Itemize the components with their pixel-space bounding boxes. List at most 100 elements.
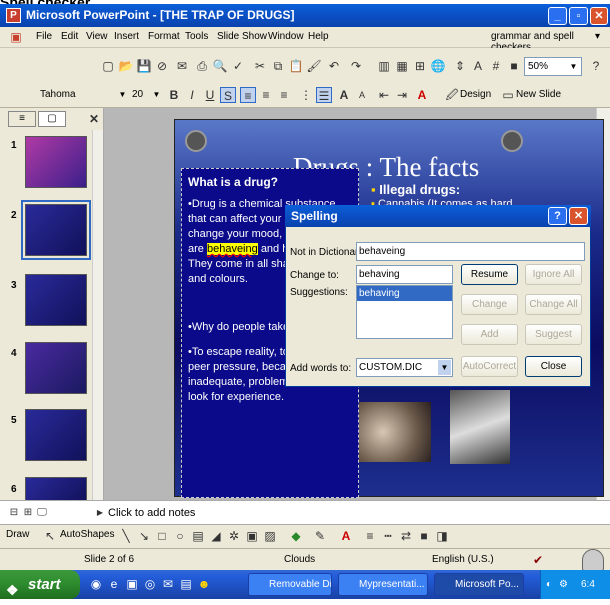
task-mypresentation[interactable]: Mypresentati... [338, 573, 428, 596]
redo-icon[interactable]: ↷ [348, 58, 364, 74]
drug-photo-1[interactable] [351, 402, 431, 462]
spelling-icon[interactable]: ✓ [230, 58, 246, 74]
oval-icon[interactable]: ○ [172, 528, 188, 544]
design-icon[interactable]: 🖉 [444, 87, 460, 103]
arrow-icon[interactable]: ↘ [136, 528, 152, 544]
color-grayscale-icon[interactable]: ■ [506, 58, 522, 74]
outline-scrollbar[interactable] [92, 130, 103, 508]
hyperlink-icon[interactable]: 🌐 [430, 58, 446, 74]
quicklaunch-icon[interactable]: ☻ [196, 576, 212, 592]
chart-icon[interactable]: ▥ [376, 58, 392, 74]
dialog-close-icon[interactable]: ✕ [569, 207, 588, 225]
slide-show-icon[interactable]: 🖵 [34, 505, 50, 521]
document-icon[interactable]: ▣ [8, 29, 24, 45]
align-right-icon[interactable]: ≡ [276, 87, 292, 103]
menu-format[interactable]: Format [148, 31, 180, 42]
picture-icon[interactable]: ▨ [262, 528, 278, 544]
line-style-icon[interactable]: ≡ [362, 528, 378, 544]
slide-thumbnail[interactable] [25, 342, 87, 394]
bold-icon[interactable]: B [166, 87, 182, 103]
menu-slide-show[interactable]: Slide Show [217, 31, 267, 42]
slide-thumbnail[interactable] [25, 274, 87, 326]
font-combo[interactable]: Tahoma [36, 85, 116, 104]
help-dropdown-icon[interactable]: ▾ [595, 31, 600, 42]
scroll-right-icon[interactable]: ▶ [92, 505, 108, 521]
increase-font-icon[interactable]: A [336, 87, 352, 103]
menu-help[interactable]: Help [308, 31, 329, 42]
resume-button[interactable]: Resume [461, 264, 518, 285]
tray-icon[interactable]: ◐ [546, 570, 552, 599]
table-icon[interactable]: ▦ [394, 58, 410, 74]
misspelled-word[interactable]: behaveing [206, 243, 258, 255]
bullets-icon[interactable]: ☰ [316, 87, 332, 103]
powerpoint-icon[interactable]: P [6, 8, 21, 23]
expand-all-icon[interactable]: ⇕ [452, 58, 468, 74]
quicklaunch-icon[interactable]: ◎ [142, 576, 158, 592]
minimize-button[interactable]: _ [548, 7, 567, 25]
clipart-icon[interactable]: ▣ [244, 528, 260, 544]
email-icon[interactable]: ✉ [174, 58, 190, 74]
size-dropdown-icon[interactable]: ▼ [150, 87, 163, 102]
line-icon[interactable]: ╲ [118, 528, 134, 544]
paste-icon[interactable]: 📋 [288, 58, 304, 74]
tray-icon[interactable]: ⚙ [559, 570, 568, 599]
new-icon[interactable]: ▢ [100, 58, 116, 74]
select-objects-icon[interactable]: ↖ [42, 528, 58, 544]
help-icon[interactable]: ? [588, 58, 604, 74]
office-assistant-icon[interactable] [582, 549, 604, 571]
increase-indent-icon[interactable]: ⇥ [394, 87, 410, 103]
menu-view[interactable]: View [86, 31, 108, 42]
tab-slides[interactable]: ▢ [38, 111, 66, 127]
spelling-status-icon[interactable]: ✔ [530, 552, 546, 568]
help-button[interactable]: ? [548, 207, 567, 225]
italic-icon[interactable]: I [184, 87, 200, 103]
dash-style-icon[interactable]: ┅ [380, 528, 396, 544]
fill-color-icon[interactable]: ◆ [288, 528, 304, 544]
open-icon[interactable]: 📂 [118, 58, 134, 74]
change-to-field[interactable]: behaving [356, 265, 453, 284]
numbering-icon[interactable]: ⋮ [298, 87, 314, 103]
design-button[interactable]: Design [460, 89, 491, 100]
grid-icon[interactable]: # [488, 58, 504, 74]
quicklaunch-icon[interactable]: e [106, 576, 122, 592]
start-button[interactable]: ❖ start [0, 570, 80, 599]
3d-style-icon[interactable]: ◨ [434, 528, 450, 544]
quicklaunch-icon[interactable]: ✉ [160, 576, 176, 592]
menu-tools[interactable]: Tools [185, 31, 208, 42]
undo-icon[interactable]: ↶ [326, 58, 342, 74]
task-microsoft-powerpoint[interactable]: Microsoft Po... [434, 573, 524, 596]
menu-insert[interactable]: Insert [114, 31, 139, 42]
change-button[interactable]: Change [461, 294, 518, 315]
shadow-style-icon[interactable]: ■ [416, 528, 432, 544]
permission-icon[interactable]: ⊘ [154, 58, 170, 74]
print-icon[interactable]: ⎙ [194, 58, 210, 74]
add-button[interactable]: Add [461, 324, 518, 345]
new-slide-button[interactable]: New Slide [516, 89, 561, 100]
wordart-icon[interactable]: ◢ [208, 528, 224, 544]
add-words-select[interactable]: CUSTOM.DIC ▼ [356, 358, 453, 377]
clock[interactable]: 6:4 [581, 579, 595, 590]
new-slide-icon[interactable]: ▭ [500, 87, 516, 103]
copy-icon[interactable]: ⧉ [270, 58, 286, 74]
line-color-icon[interactable]: ✎ [312, 528, 328, 544]
align-left-icon[interactable]: ≡ [240, 87, 256, 103]
menu-edit[interactable]: Edit [61, 31, 78, 42]
slide-bullet-right-1[interactable]: ▪ Illegal drugs: [371, 182, 571, 197]
maximize-button[interactable]: ▫ [569, 7, 588, 25]
show-formatting-icon[interactable]: A [470, 58, 486, 74]
slide-thumbnail-selected[interactable] [21, 200, 91, 260]
tab-outline[interactable]: ≡ [8, 111, 36, 127]
suggest-button[interactable]: Suggest [525, 324, 582, 345]
tables-borders-icon[interactable]: ⊞ [412, 58, 428, 74]
notes-placeholder[interactable]: Click to add notes [108, 507, 195, 519]
close-pane-icon[interactable]: ✕ [86, 111, 102, 127]
close-button[interactable]: Close [525, 356, 582, 377]
decrease-font-icon[interactable]: A [354, 87, 370, 103]
not-in-dictionary-field[interactable]: behaveing [356, 242, 585, 261]
underline-icon[interactable]: U [202, 87, 218, 103]
change-all-button[interactable]: Change All [525, 294, 582, 315]
drug-photo-2[interactable] [450, 390, 510, 464]
ignore-all-button[interactable]: Ignore All [525, 264, 582, 285]
print-preview-icon[interactable]: 🔍 [212, 58, 228, 74]
close-window-button[interactable]: ✕ [590, 7, 608, 25]
